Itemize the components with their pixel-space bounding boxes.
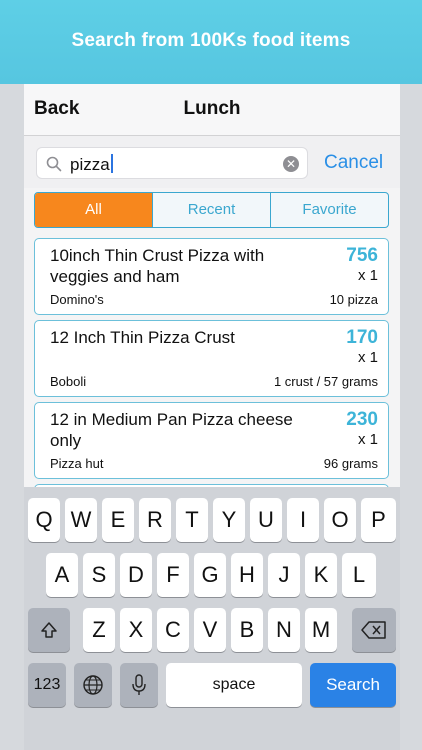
calories-value: 230 [346,409,378,430]
key-c[interactable]: C [157,608,189,652]
food-name: 12 in Medium Pan Pizza cheese only [50,410,293,450]
serving-size: 96 grams [323,456,378,471]
key-l[interactable]: L [342,553,376,597]
brand-name: Domino's [50,292,104,307]
key-x[interactable]: X [120,608,152,652]
key-i[interactable]: I [287,498,319,542]
list-item[interactable]: 12 Inch Thin Pizza Crust 170 x 1 Boboli … [34,320,389,397]
backspace-key[interactable] [352,608,396,652]
phone-screen: Back Lunch pizza ✕ Cancel All Recent Fav… [24,84,400,750]
search-input[interactable]: pizza ✕ [36,147,308,179]
search-query: pizza [70,155,110,174]
key-r[interactable]: R [139,498,171,542]
list-item[interactable]: 12 in Medium Pan Pizza cheese only 230 x… [34,402,389,479]
filter-segmented-control: All Recent Favorite [34,192,389,228]
backspace-icon [361,621,386,639]
key-u[interactable]: U [250,498,282,542]
numbers-key[interactable]: 123 [28,663,66,707]
key-a[interactable]: A [46,553,78,597]
key-h[interactable]: H [231,553,263,597]
segment-recent[interactable]: Recent [152,193,270,227]
key-g[interactable]: G [194,553,226,597]
globe-icon [83,675,103,695]
key-b[interactable]: B [231,608,263,652]
key-p[interactable]: P [361,498,396,542]
space-key[interactable]: space [166,663,302,707]
list-item[interactable]: 10inch Thin Crust Pizza with veggies and… [34,238,389,315]
segment-favorite[interactable]: Favorite [270,193,388,227]
calories-value: 170 [346,327,378,348]
clear-icon[interactable]: ✕ [283,156,299,172]
quantity-value: x 1 [357,431,378,448]
page-title: Lunch [183,98,241,119]
globe-key[interactable] [74,663,112,707]
shift-icon [41,622,57,638]
key-o[interactable]: O [324,498,356,542]
key-s[interactable]: S [83,553,115,597]
search-key[interactable]: Search [310,663,396,707]
food-name: 10inch Thin Crust Pizza with veggies and… [50,246,265,286]
key-m[interactable]: M [305,608,337,652]
key-w[interactable]: W [65,498,97,542]
calories-value: 756 [346,245,378,266]
onscreen-keyboard: Q W E R T Y U I O P A S D F G H J K L Z … [24,487,400,750]
cancel-button[interactable]: Cancel [324,152,383,174]
key-e[interactable]: E [102,498,134,542]
key-n[interactable]: N [268,608,300,652]
brand-name: Boboli [50,374,87,389]
key-d[interactable]: D [120,553,152,597]
microphone-key[interactable] [120,663,158,707]
shift-key[interactable] [28,608,70,652]
search-icon [46,156,62,172]
key-z[interactable]: Z [83,608,115,652]
microphone-icon [132,674,146,695]
search-bar: pizza ✕ Cancel [24,136,400,188]
key-q[interactable]: Q [28,498,60,542]
key-j[interactable]: J [268,553,300,597]
food-name: 12 Inch Thin Pizza Crust [50,328,235,347]
segment-all[interactable]: All [35,193,152,227]
key-k[interactable]: K [305,553,337,597]
serving-size: 10 pizza [329,292,378,307]
text-caret [110,154,113,173]
promo-banner: Search from 100Ks food items [0,0,422,90]
key-y[interactable]: Y [213,498,245,542]
key-v[interactable]: V [194,608,226,652]
key-f[interactable]: F [157,553,189,597]
key-t[interactable]: T [176,498,208,542]
serving-size: 1 crust / 57 grams [273,374,378,389]
quantity-value: x 1 [357,349,378,366]
brand-name: Pizza hut [50,456,104,471]
quantity-value: x 1 [357,267,378,284]
banner-text: Search from 100Ks food items [71,30,351,51]
navigation-bar: Back Lunch [24,84,400,136]
